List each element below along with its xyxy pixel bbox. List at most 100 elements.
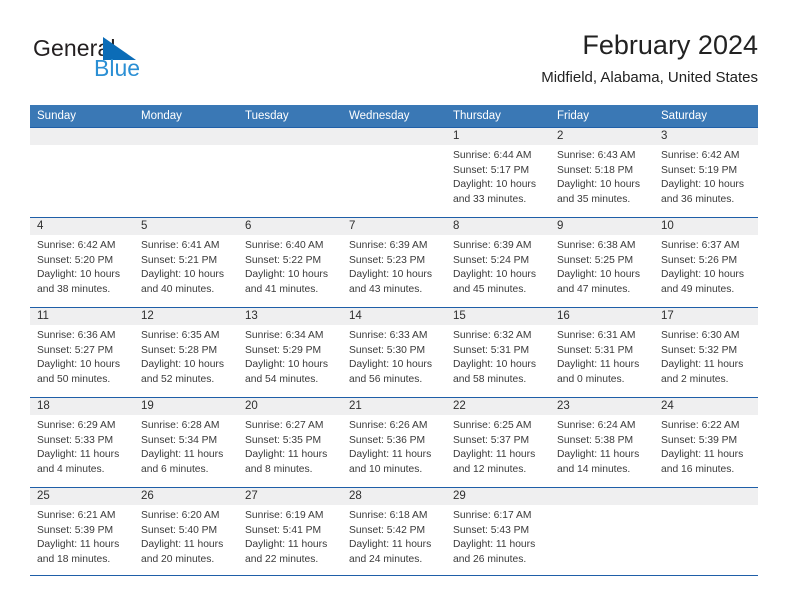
day-number <box>30 128 134 145</box>
calendar-day-cell[interactable]: 1 Sunrise: 6:44 AM Sunset: 5:17 PM Daylight… <box>446 127 550 218</box>
day-number: 6 <box>238 218 342 235</box>
day-detail-line: and 54 minutes. <box>245 373 319 385</box>
day-number: 17 <box>654 308 758 325</box>
calendar-day-cell[interactable]: 4 Sunrise: 6:42 AM Sunset: 5:20 PM Daylight… <box>30 217 134 308</box>
calendar-day-cell[interactable]: 2 Sunrise: 6:43 AM Sunset: 5:18 PM Daylight… <box>550 127 654 218</box>
weekday-headers: Sunday Monday Tuesday Wednesday Thursday Frid… <box>30 105 758 128</box>
calendar-day-cell[interactable]: 24 Sunrise: 6:22 AM Sunset: 5:39 PM Dayligh… <box>654 397 758 488</box>
calendar-day-cell[interactable]: 7 Sunrise: 6:39 AM Sunset: 5:23 PM Daylight… <box>342 217 446 308</box>
day-detail-line: Sunrise: 6:27 AM <box>245 420 324 431</box>
calendar-day-cell[interactable]: 23 Sunrise: 6:24 AM Sunset: 5:38 PM Dayligh… <box>550 397 654 488</box>
day-details: Sunrise: 6:42 AM Sunset: 5:20 PM Daylight:… <box>30 235 134 297</box>
day-detail-line: and 16 minutes. <box>661 463 735 475</box>
day-detail-line: Sunrise: 6:44 AM <box>453 150 532 161</box>
day-detail-line: and 33 minutes. <box>453 193 527 205</box>
day-number: 25 <box>30 488 134 505</box>
calendar-day-cell[interactable]: 8 Sunrise: 6:39 AM Sunset: 5:24 PM Daylight… <box>446 217 550 308</box>
day-number: 7 <box>342 218 446 235</box>
calendar-day-cell[interactable]: 14 Sunrise: 6:33 AM Sunset: 5:30 PM Dayligh… <box>342 307 446 398</box>
day-detail-line: Sunrise: 6:25 AM <box>453 420 532 431</box>
general-blue-logo[interactable]: General Blue <box>33 35 263 93</box>
calendar-day-cell[interactable]: 16 Sunrise: 6:31 AM Sunset: 5:31 PM Dayligh… <box>550 307 654 398</box>
day-detail-line: and 36 minutes. <box>661 193 735 205</box>
location-subtitle: Midfield, Alabama, United States <box>541 69 758 86</box>
day-details: Sunrise: 6:30 AM Sunset: 5:32 PM Daylight:… <box>654 325 758 387</box>
day-detail-line: and 56 minutes. <box>349 373 423 385</box>
day-number: 20 <box>238 398 342 415</box>
calendar-day-cell[interactable]: 13 Sunrise: 6:34 AM Sunset: 5:29 PM Dayligh… <box>238 307 342 398</box>
day-number: 26 <box>134 488 238 505</box>
day-detail-line: and 0 minutes. <box>557 373 625 385</box>
calendar-day-cell[interactable]: 9 Sunrise: 6:38 AM Sunset: 5:25 PM Daylight… <box>550 217 654 308</box>
calendar-day-cell[interactable]: 28 Sunrise: 6:18 AM Sunset: 5:42 PM Dayligh… <box>342 487 446 578</box>
day-number: 24 <box>654 398 758 415</box>
day-detail-line: Sunset: 5:39 PM <box>37 524 114 536</box>
day-details <box>30 145 134 149</box>
title-block: February 2024 Midfield, Alabama, United … <box>541 28 758 89</box>
day-number: 2 <box>550 128 654 145</box>
day-detail-line: and 2 minutes. <box>661 373 729 385</box>
day-detail-line: Sunrise: 6:33 AM <box>349 330 428 341</box>
day-number: 27 <box>238 488 342 505</box>
day-detail-line: Sunset: 5:19 PM <box>661 164 738 176</box>
day-detail-line: Sunset: 5:29 PM <box>245 344 322 356</box>
day-detail-line: Sunset: 5:31 PM <box>557 344 634 356</box>
day-detail-line: Daylight: 11 hours <box>245 539 328 551</box>
page-title: February 2024 <box>582 30 758 60</box>
calendar-day-cell[interactable]: 6 Sunrise: 6:40 AM Sunset: 5:22 PM Daylight… <box>238 217 342 308</box>
calendar-day-cell-empty <box>238 127 342 218</box>
calendar-day-cell[interactable]: 25 Sunrise: 6:21 AM Sunset: 5:39 PM Dayligh… <box>30 487 134 578</box>
calendar-day-cell[interactable]: 11 Sunrise: 6:36 AM Sunset: 5:27 PM Dayligh… <box>30 307 134 398</box>
day-detail-line: Sunset: 5:28 PM <box>141 344 218 356</box>
day-details: Sunrise: 6:35 AM Sunset: 5:28 PM Daylight:… <box>134 325 238 387</box>
calendar-day-cell[interactable]: 26 Sunrise: 6:20 AM Sunset: 5:40 PM Dayligh… <box>134 487 238 578</box>
calendar-week-row: 11 Sunrise: 6:36 AM Sunset: 5:27 PM Dayligh… <box>30 307 758 398</box>
calendar-day-cell[interactable]: 5 Sunrise: 6:41 AM Sunset: 5:21 PM Daylight… <box>134 217 238 308</box>
calendar-week-row: 1 Sunrise: 6:44 AM Sunset: 5:17 PM Daylight… <box>30 127 758 218</box>
calendar-day-cell[interactable]: 10 Sunrise: 6:37 AM Sunset: 5:26 PM Dayligh… <box>654 217 758 308</box>
brand-name-blue: Blue <box>94 55 141 81</box>
day-detail-line: Sunrise: 6:17 AM <box>453 510 532 521</box>
day-detail-line: Sunset: 5:39 PM <box>661 434 738 446</box>
calendar-day-cell[interactable]: 19 Sunrise: 6:28 AM Sunset: 5:34 PM Dayligh… <box>134 397 238 488</box>
day-detail-line: Daylight: 10 hours <box>453 269 536 281</box>
day-number: 5 <box>134 218 238 235</box>
day-details: Sunrise: 6:17 AM Sunset: 5:43 PM Daylight:… <box>446 505 550 567</box>
day-number: 13 <box>238 308 342 325</box>
calendar-day-cell-empty <box>30 127 134 218</box>
day-number: 1 <box>446 128 550 145</box>
day-detail-line: and 22 minutes. <box>245 553 319 565</box>
calendar-day-cell[interactable]: 15 Sunrise: 6:32 AM Sunset: 5:31 PM Dayligh… <box>446 307 550 398</box>
calendar-day-cell[interactable]: 3 Sunrise: 6:42 AM Sunset: 5:19 PM Daylight… <box>654 127 758 218</box>
calendar-day-cell[interactable]: 20 Sunrise: 6:27 AM Sunset: 5:35 PM Dayligh… <box>238 397 342 488</box>
day-number: 15 <box>446 308 550 325</box>
day-detail-line: and 43 minutes. <box>349 283 423 295</box>
day-detail-line: Sunset: 5:18 PM <box>557 164 634 176</box>
weekday-header-wednesday: Wednesday <box>342 105 446 128</box>
day-detail-line: Sunrise: 6:40 AM <box>245 240 324 251</box>
day-detail-line: Daylight: 10 hours <box>557 269 640 281</box>
calendar-day-cell[interactable]: 21 Sunrise: 6:26 AM Sunset: 5:36 PM Dayligh… <box>342 397 446 488</box>
day-details: Sunrise: 6:41 AM Sunset: 5:21 PM Daylight:… <box>134 235 238 297</box>
day-detail-line: Sunrise: 6:43 AM <box>557 150 636 161</box>
day-detail-line: Sunset: 5:35 PM <box>245 434 322 446</box>
day-detail-line: Sunset: 5:22 PM <box>245 254 322 266</box>
day-detail-line: and 24 minutes. <box>349 553 423 565</box>
day-detail-line: Sunset: 5:43 PM <box>453 524 530 536</box>
day-details: Sunrise: 6:29 AM Sunset: 5:33 PM Daylight:… <box>30 415 134 477</box>
calendar-day-cell[interactable]: 29 Sunrise: 6:17 AM Sunset: 5:43 PM Dayligh… <box>446 487 550 578</box>
calendar-day-cell-empty <box>342 127 446 218</box>
day-number: 14 <box>342 308 446 325</box>
day-detail-line: Daylight: 10 hours <box>453 179 536 191</box>
calendar-day-cell[interactable]: 18 Sunrise: 6:29 AM Sunset: 5:33 PM Dayligh… <box>30 397 134 488</box>
day-detail-line: and 4 minutes. <box>37 463 105 475</box>
calendar-day-cell[interactable]: 27 Sunrise: 6:19 AM Sunset: 5:41 PM Dayligh… <box>238 487 342 578</box>
calendar-day-cell[interactable]: 22 Sunrise: 6:25 AM Sunset: 5:37 PM Dayligh… <box>446 397 550 488</box>
calendar-day-cell[interactable]: 12 Sunrise: 6:35 AM Sunset: 5:28 PM Dayligh… <box>134 307 238 398</box>
day-detail-line: and 50 minutes. <box>37 373 111 385</box>
day-number: 8 <box>446 218 550 235</box>
calendar-day-cell[interactable]: 17 Sunrise: 6:30 AM Sunset: 5:32 PM Dayligh… <box>654 307 758 398</box>
day-details: Sunrise: 6:33 AM Sunset: 5:30 PM Daylight:… <box>342 325 446 387</box>
day-detail-line: Sunset: 5:36 PM <box>349 434 426 446</box>
day-detail-line: Sunset: 5:34 PM <box>141 434 218 446</box>
